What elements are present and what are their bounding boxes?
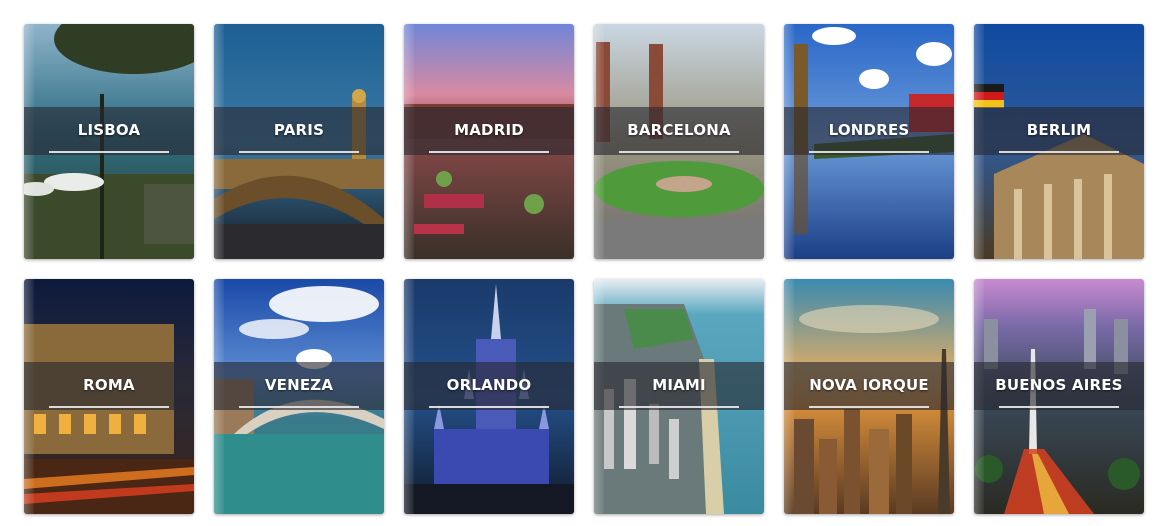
city-card-miami[interactable]: MIAMI bbox=[594, 279, 764, 514]
city-name: BARCELONA bbox=[627, 121, 731, 139]
city-name: PARIS bbox=[273, 121, 325, 139]
divider bbox=[429, 406, 549, 408]
city-name: VENEZA bbox=[264, 376, 334, 394]
city-name: BERLIM bbox=[1026, 121, 1092, 139]
divider bbox=[239, 151, 359, 153]
divider bbox=[619, 151, 739, 153]
city-name: ORLANDO bbox=[446, 376, 532, 394]
city-name: LISBOA bbox=[77, 121, 141, 139]
city-card-berlim[interactable]: BERLIM bbox=[974, 24, 1144, 259]
city-name: NOVA IORQUE bbox=[809, 376, 929, 394]
divider bbox=[429, 151, 549, 153]
city-name: MIAMI bbox=[652, 376, 706, 394]
divider bbox=[809, 406, 929, 408]
divider bbox=[809, 151, 929, 153]
city-name: BUENOS AIRES bbox=[995, 376, 1123, 394]
city-card-barcelona[interactable]: BARCELONA bbox=[594, 24, 764, 259]
city-name: LONDRES bbox=[828, 121, 910, 139]
divider bbox=[49, 151, 169, 153]
city-card-veneza[interactable]: VENEZA bbox=[214, 279, 384, 514]
city-name: ROMA bbox=[83, 376, 135, 394]
divider bbox=[999, 406, 1119, 408]
city-name: MADRID bbox=[454, 121, 524, 139]
divider bbox=[239, 406, 359, 408]
destination-grid: LISBOA PARIS MADRID BARCELONA LONDRES BE… bbox=[0, 0, 1165, 526]
city-card-lisboa[interactable]: LISBOA bbox=[24, 24, 194, 259]
city-card-roma[interactable]: ROMA bbox=[24, 279, 194, 514]
city-card-buenos-aires[interactable]: BUENOS AIRES bbox=[974, 279, 1144, 514]
city-card-londres[interactable]: LONDRES bbox=[784, 24, 954, 259]
divider bbox=[619, 406, 739, 408]
city-card-madrid[interactable]: MADRID bbox=[404, 24, 574, 259]
city-card-paris[interactable]: PARIS bbox=[214, 24, 384, 259]
divider bbox=[49, 406, 169, 408]
city-card-nova-iorque[interactable]: NOVA IORQUE bbox=[784, 279, 954, 514]
city-card-orlando[interactable]: ORLANDO bbox=[404, 279, 574, 514]
divider bbox=[999, 151, 1119, 153]
